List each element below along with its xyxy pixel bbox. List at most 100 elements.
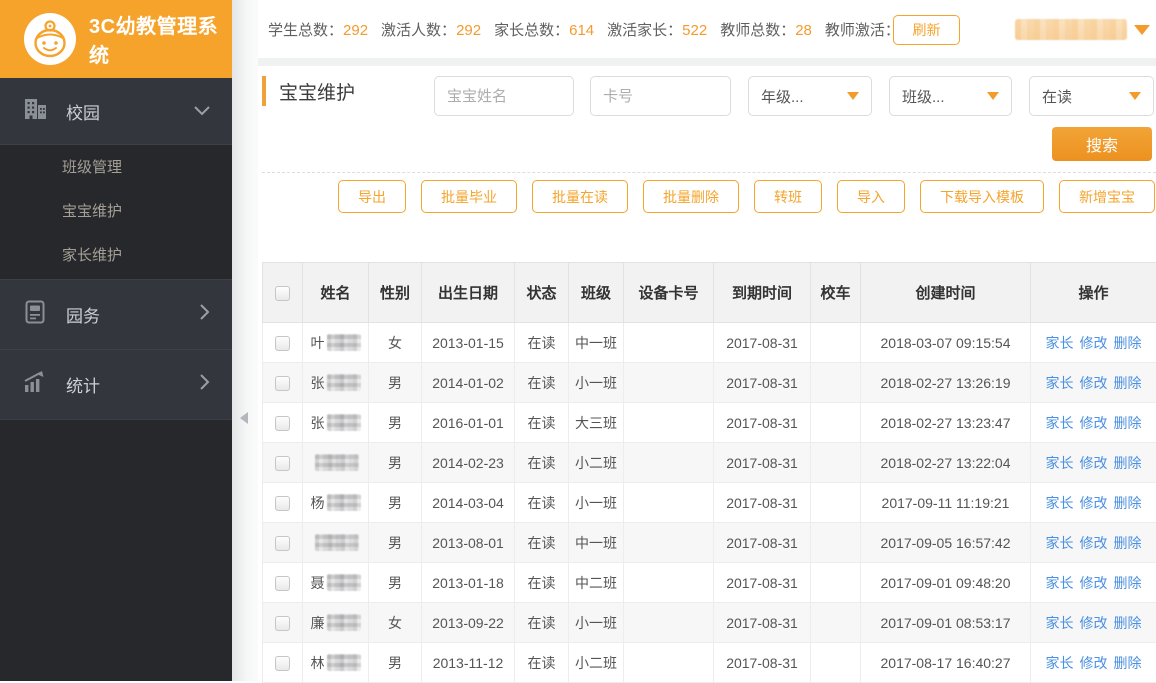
row-checkbox[interactable]: [275, 576, 290, 591]
delete-link[interactable]: 删除: [1114, 455, 1142, 471]
stat-item: 激活人数：292: [381, 19, 481, 40]
parents-link[interactable]: 家长: [1046, 375, 1074, 391]
school-bus-cell: [811, 403, 861, 443]
edit-link[interactable]: 修改: [1080, 655, 1108, 671]
action-button-2[interactable]: 批量在读: [532, 180, 628, 213]
edit-link[interactable]: 修改: [1080, 575, 1108, 591]
parents-link[interactable]: 家长: [1046, 535, 1074, 551]
row-checkbox-cell: [263, 643, 303, 683]
row-checkbox[interactable]: [275, 616, 290, 631]
search-button[interactable]: 搜索: [1052, 127, 1152, 161]
parents-link[interactable]: 家长: [1046, 655, 1074, 671]
operations-cell: 家长修改删除: [1031, 323, 1156, 363]
action-button-7[interactable]: 新增宝宝: [1059, 180, 1155, 213]
parents-link[interactable]: 家长: [1046, 455, 1074, 471]
edit-link[interactable]: 修改: [1080, 495, 1108, 511]
row-checkbox[interactable]: [275, 656, 290, 671]
refresh-button[interactable]: 刷新: [893, 15, 960, 45]
column-header: 校车: [811, 263, 861, 323]
delete-link[interactable]: 删除: [1114, 535, 1142, 551]
edit-link[interactable]: 修改: [1080, 335, 1108, 351]
delete-link[interactable]: 删除: [1114, 335, 1142, 351]
birth-date-cell: 2014-01-02: [422, 363, 515, 403]
status-cell: 在读: [515, 403, 569, 443]
stat-item: 教师总数：28: [720, 19, 812, 40]
name-cell: [303, 523, 369, 563]
delete-link[interactable]: 删除: [1114, 615, 1142, 631]
baby-name-input[interactable]: [434, 76, 574, 116]
name-text: 聂: [311, 575, 325, 591]
sidebar-subitem-0[interactable]: 班级管理: [0, 146, 232, 190]
edit-link[interactable]: 修改: [1080, 415, 1108, 431]
parents-link[interactable]: 家长: [1046, 415, 1074, 431]
row-checkbox[interactable]: [275, 416, 290, 431]
status-cell: 在读: [515, 523, 569, 563]
parents-link[interactable]: 家长: [1046, 615, 1074, 631]
gender-cell: 男: [369, 643, 422, 683]
edit-link[interactable]: 修改: [1080, 615, 1108, 631]
operations-cell: 家长修改删除: [1031, 523, 1156, 563]
edit-link[interactable]: 修改: [1080, 535, 1108, 551]
redacted-name: [327, 494, 361, 511]
select-all-checkbox[interactable]: [275, 286, 290, 301]
action-button-0[interactable]: 导出: [338, 180, 406, 213]
action-button-5[interactable]: 导入: [837, 180, 905, 213]
stat-item: 激活家长：522: [607, 19, 707, 40]
gender-cell: 男: [369, 403, 422, 443]
sidebar-submenu-campus: 班级管理宝宝维护家长维护: [0, 144, 232, 280]
table-row: 男2013-08-01在读中一班2017-08-312017-09-05 16:…: [263, 523, 1156, 563]
card-number-input[interactable]: [590, 76, 731, 116]
sidebar-item-campus[interactable]: 校园: [0, 78, 232, 144]
delete-link[interactable]: 删除: [1114, 655, 1142, 671]
row-checkbox[interactable]: [275, 536, 290, 551]
row-checkbox[interactable]: [275, 456, 290, 471]
row-checkbox[interactable]: [275, 376, 290, 391]
birth-date-cell: 2013-08-01: [422, 523, 515, 563]
sidebar-subitem-1[interactable]: 宝宝维护: [0, 190, 232, 234]
action-button-6[interactable]: 下载导入模板: [920, 180, 1044, 213]
status-select[interactable]: 在读: [1029, 76, 1154, 116]
sidebar-item-yuanwu[interactable]: 园务: [0, 280, 232, 350]
page-title: 宝宝维护: [262, 76, 355, 106]
device-card-cell: [624, 563, 714, 603]
device-card-cell: [624, 643, 714, 683]
chevron-right-icon: [200, 374, 210, 395]
delete-link[interactable]: 删除: [1114, 495, 1142, 511]
action-button-3[interactable]: 批量删除: [643, 180, 739, 213]
action-button-4[interactable]: 转班: [754, 180, 822, 213]
column-header: 班级: [569, 263, 624, 323]
row-checkbox-cell: [263, 323, 303, 363]
grade-select[interactable]: 年级...: [748, 76, 872, 116]
edit-link[interactable]: 修改: [1080, 375, 1108, 391]
sidebar-subitem-2[interactable]: 家长维护: [0, 234, 232, 278]
stat-label: 激活人数：: [381, 22, 456, 39]
delete-link[interactable]: 删除: [1114, 375, 1142, 391]
row-checkbox[interactable]: [275, 336, 290, 351]
parents-link[interactable]: 家长: [1046, 335, 1074, 351]
sidebar-item-tongji[interactable]: 统计: [0, 350, 232, 420]
parents-link[interactable]: 家长: [1046, 575, 1074, 591]
column-header: 出生日期: [422, 263, 515, 323]
operations-cell: 家长修改删除: [1031, 483, 1156, 523]
header-checkbox-cell: [263, 263, 303, 323]
action-button-1[interactable]: 批量毕业: [421, 180, 517, 213]
class-cell: 大三班: [569, 403, 624, 443]
delete-link[interactable]: 删除: [1114, 575, 1142, 591]
stat-value: 614: [569, 22, 594, 39]
delete-link[interactable]: 删除: [1114, 415, 1142, 431]
parents-link[interactable]: 家长: [1046, 495, 1074, 511]
collapse-sidebar-icon[interactable]: [240, 412, 248, 424]
robot-logo-icon: [24, 13, 76, 65]
school-bus-cell: [811, 483, 861, 523]
class-select[interactable]: 班级...: [889, 76, 1012, 116]
birth-date-cell: 2016-01-01: [422, 403, 515, 443]
birth-date-cell: 2013-09-22: [422, 603, 515, 643]
stat-label: 激活家长：: [607, 22, 682, 39]
edit-link[interactable]: 修改: [1080, 455, 1108, 471]
row-checkbox[interactable]: [275, 496, 290, 511]
user-menu[interactable]: [1015, 19, 1150, 40]
gender-cell: 男: [369, 483, 422, 523]
dashed-divider: [262, 172, 1156, 173]
main-area: 学生总数：292激活人数：292家长总数：614激活家长：522教师总数：28教…: [258, 0, 1156, 681]
chevron-down-icon: [194, 101, 210, 121]
